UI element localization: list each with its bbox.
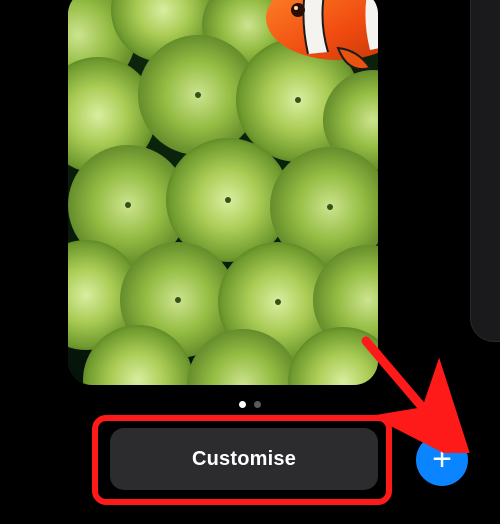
page-dot: [254, 401, 261, 408]
plus-icon: +: [432, 442, 452, 476]
wallpaper-preview[interactable]: [68, 0, 378, 385]
customise-button-label: Customise: [192, 448, 296, 471]
adjacent-wallpaper-edge[interactable]: [470, 0, 500, 342]
customise-button[interactable]: Customise: [110, 428, 378, 490]
clownfish-anemone-image: [68, 0, 378, 385]
add-wallpaper-button[interactable]: +: [416, 434, 468, 486]
page-dot-active: [239, 401, 246, 408]
page-indicator: [0, 401, 500, 408]
